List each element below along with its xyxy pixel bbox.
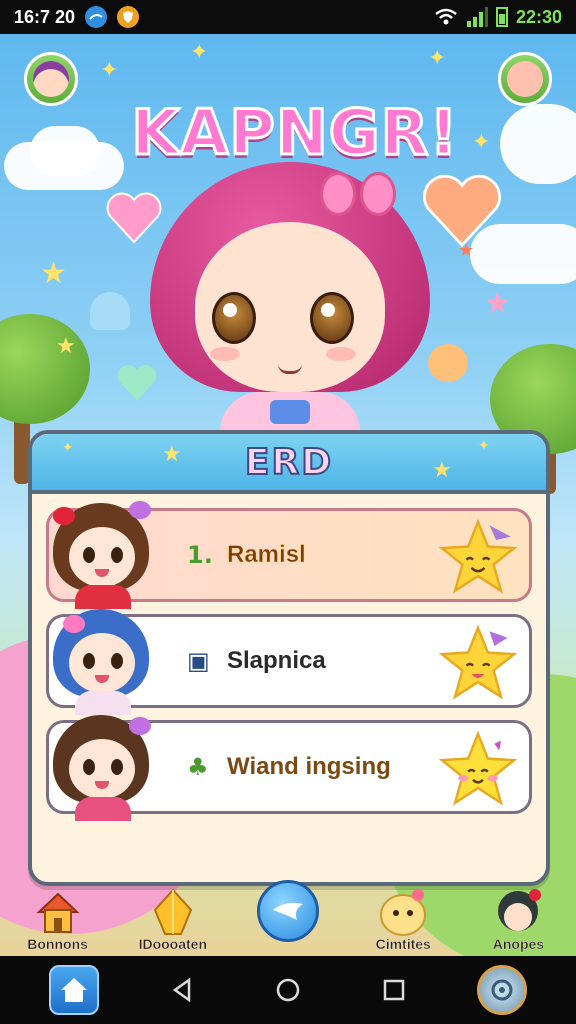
star-face-icon — [435, 729, 521, 811]
nav-item-cimtites[interactable]: Cimtites — [346, 878, 461, 956]
house-icon — [32, 888, 84, 936]
status-bar: 16:7 20 22:30 — [0, 0, 576, 34]
rank-icon: ▣ — [187, 647, 210, 675]
nav-label: Anopes — [492, 936, 545, 952]
sparkle-icon: ✦ — [472, 130, 491, 155]
star-face-icon — [435, 517, 521, 599]
signal-icon — [466, 7, 488, 27]
nav-item-bonnons[interactable]: Bonnons — [0, 878, 115, 956]
sparkle-icon: ★ — [40, 256, 67, 291]
status-left-time: 16:7 20 — [14, 6, 76, 27]
battery-icon — [495, 7, 508, 27]
mascot-character — [150, 142, 430, 482]
tree — [0, 314, 90, 424]
system-nav-bar — [0, 956, 576, 1024]
rank-icon: ♣ — [187, 753, 209, 781]
blue-circle-icon — [85, 6, 108, 28]
recents-icon[interactable] — [370, 966, 418, 1014]
home-circle-icon[interactable] — [264, 966, 312, 1014]
nav-label: IDoooaten — [138, 936, 208, 952]
game-bottom-nav: Bonnons IDoooaten Cimtites Anopes — [0, 878, 576, 956]
status-icons: 22:30 — [434, 7, 562, 28]
leaderboard-row[interactable]: ▣ Slapnica — [46, 609, 532, 715]
chick-icon — [377, 888, 429, 936]
player-name: Wiand ingsing — [227, 753, 391, 780]
cloud — [30, 126, 100, 176]
sparkle-icon: ★ — [432, 458, 452, 483]
player-name: Slapnica — [227, 647, 326, 674]
nav-label: Cimtites — [375, 936, 431, 952]
leaderboard-row[interactable]: 1. Ramisl — [46, 501, 532, 609]
player-avatar — [43, 603, 163, 721]
sparkle-icon: ★ — [162, 442, 182, 467]
player-avatar — [43, 709, 163, 827]
leaderboard-row[interactable]: ♣ Wiand ingsing — [46, 715, 532, 821]
sparkle-icon: ✦ — [428, 46, 447, 71]
leaderboard-title: ERD — [244, 441, 334, 484]
settings-gear-icon[interactable] — [476, 965, 527, 1015]
leaderboard-panel: ★ ✦ ★ ✦ ERD 1. Ramisl ▣ Slapnica ♣ Wiand… — [28, 430, 550, 886]
cloud — [500, 104, 576, 184]
play-button[interactable] — [230, 878, 345, 956]
leaderboard-header: ★ ✦ ★ ✦ ERD — [32, 434, 546, 494]
friend-avatar-icon — [492, 888, 544, 936]
rank-number: 1. — [187, 541, 213, 569]
ghost-buddy-icon — [90, 292, 130, 330]
nav-label: Bonnons — [27, 936, 88, 952]
sparkle-icon: ✦ — [190, 40, 209, 65]
player-avatar — [43, 497, 163, 615]
sparkle-icon: ✦ — [62, 440, 74, 456]
home-app-icon[interactable] — [49, 965, 100, 1015]
wifi-icon — [435, 8, 457, 25]
star-face-icon — [435, 623, 521, 705]
player-avatar-button[interactable] — [24, 52, 78, 106]
pet-avatar-button[interactable] — [498, 52, 552, 106]
sparkle-icon: ★ — [56, 334, 76, 359]
sparkle-icon: ✦ — [478, 438, 490, 454]
game-scene: ✦ ✦ ✦ ✦ ★ ★ ★ ★ KAPNGR! ★ ✦ ★ ✦ ERD 1. R… — [0, 34, 576, 956]
nav-item-idoooaten[interactable]: IDoooaten — [115, 878, 230, 956]
player-name: Ramisl — [227, 541, 306, 569]
crystal-icon — [147, 888, 199, 936]
cat-buddy-icon — [428, 344, 468, 382]
sparkle-icon: ★ — [484, 286, 511, 321]
panel-footer — [32, 818, 546, 882]
status-clock: 22:30 — [515, 6, 562, 27]
sparkle-icon: ✦ — [100, 58, 119, 83]
nav-item-anopes[interactable]: Anopes — [461, 878, 576, 956]
play-bird-icon — [257, 880, 319, 942]
hair-bow-icon — [320, 172, 400, 222]
back-icon[interactable] — [158, 966, 206, 1014]
shield-icon — [117, 6, 140, 28]
heart-icon — [423, 174, 501, 248]
